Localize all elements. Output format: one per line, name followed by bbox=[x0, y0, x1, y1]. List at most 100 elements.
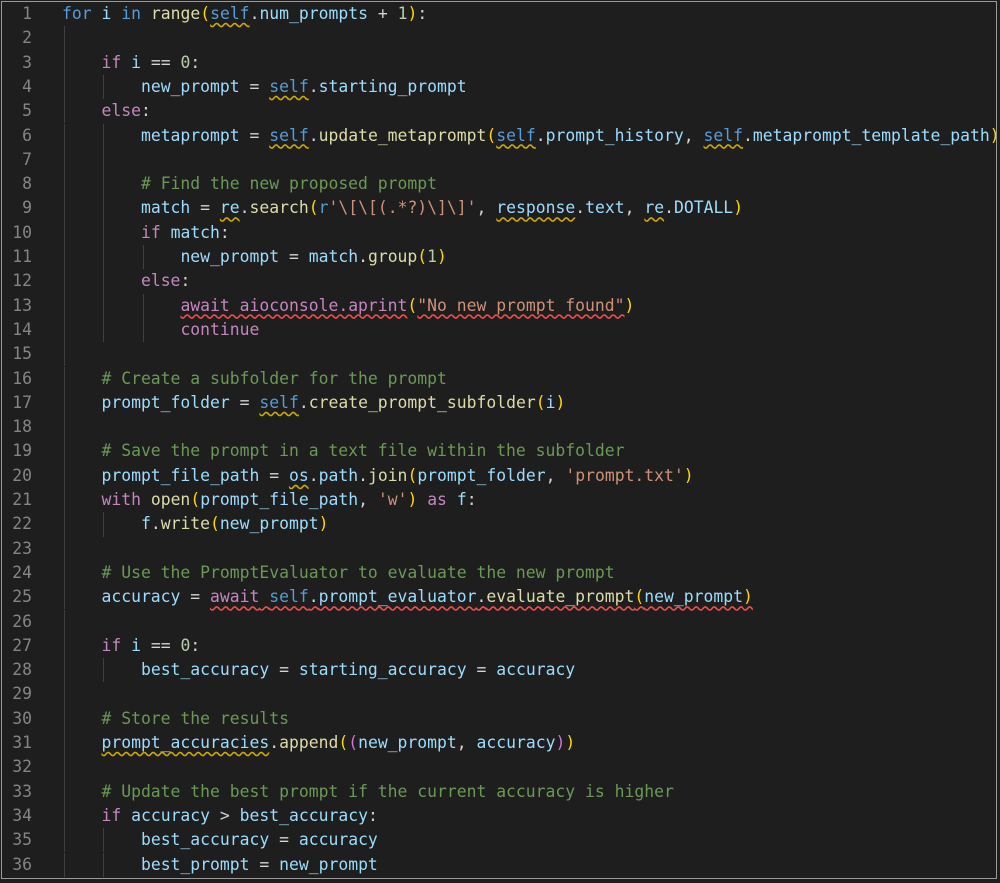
code-text: else: bbox=[141, 269, 190, 293]
code-text: # Save the prompt in a text file within … bbox=[101, 439, 624, 463]
code-token: in bbox=[121, 4, 141, 23]
code-line[interactable]: 13 await aioconsole.aprint("No new prompt… bbox=[2, 293, 996, 318]
code-token: i bbox=[545, 392, 556, 412]
code-token: starting_accuracy bbox=[298, 660, 467, 680]
code-token: : bbox=[190, 52, 201, 72]
code-token: , bbox=[476, 198, 497, 218]
code-token: new_prompt bbox=[279, 854, 378, 874]
indent-guide bbox=[103, 293, 105, 318]
indent-guide bbox=[64, 463, 65, 488]
indent-guide bbox=[64, 828, 65, 853]
line-number: 35 bbox=[12, 830, 32, 850]
code-line[interactable]: 28 best_accuracy = starting_accuracy = ac… bbox=[2, 658, 996, 683]
code-token: # Update the best prompt if the current … bbox=[101, 781, 674, 801]
line-number: 3 bbox=[22, 52, 32, 72]
line-number: 1 bbox=[22, 4, 32, 23]
code-line[interactable]: 14 continue bbox=[2, 317, 996, 343]
code-token: == bbox=[140, 52, 181, 72]
indent-guide bbox=[103, 828, 105, 853]
code-line[interactable]: 5 else: bbox=[2, 99, 996, 124]
line-number: 21 bbox=[12, 490, 32, 509]
code-line[interactable]: 32 bbox=[2, 755, 996, 780]
code-token: await bbox=[210, 587, 260, 607]
indent-guide bbox=[64, 147, 65, 173]
indent-guide bbox=[103, 317, 105, 343]
code-token: . bbox=[269, 733, 280, 752]
code-line[interactable]: 7 bbox=[2, 147, 996, 173]
code-line[interactable]: 4 new_prompt = self.starting_prompt bbox=[2, 74, 996, 100]
code-line[interactable]: 24 # Use the PromptEvaluator to evaluate … bbox=[2, 560, 996, 586]
indent-guide bbox=[64, 536, 65, 561]
code-editor[interactable]: 1 for i in range(self.num_prompts + 1): 2 3… bbox=[1, 1, 997, 879]
code-line[interactable]: 10 if match: bbox=[2, 220, 996, 245]
code-token: else bbox=[140, 271, 181, 291]
code-line[interactable]: 26 bbox=[2, 609, 996, 634]
code-token: , bbox=[456, 733, 477, 752]
code-line[interactable]: 11 new_prompt = match.group(1) bbox=[2, 245, 996, 270]
code-line[interactable]: 8 # Find the new proposed prompt bbox=[2, 172, 996, 197]
code-text: metaprompt = self.update_metaprompt(self… bbox=[141, 124, 996, 148]
code-line[interactable]: 21 with open(prompt_file_path, 'w') as f: bbox=[2, 488, 996, 513]
code-token: . bbox=[150, 514, 161, 534]
indent-guide bbox=[64, 852, 65, 877]
indent-guide bbox=[64, 415, 65, 440]
code-line[interactable]: 25 accuracy = await self.prompt_evaluator… bbox=[2, 585, 996, 610]
line-number: 12 bbox=[12, 271, 32, 291]
code-line[interactable]: 31 prompt_accuracies.append((new_prompt, … bbox=[2, 731, 996, 756]
code-token: ) bbox=[407, 4, 418, 23]
line-number: 7 bbox=[22, 149, 32, 169]
code-token: new_prompt bbox=[358, 733, 457, 752]
code-token: ) bbox=[555, 733, 566, 752]
code-line[interactable]: 33 # Update the best prompt if the curren… bbox=[2, 779, 996, 804]
code-token: . bbox=[308, 125, 319, 145]
code-line[interactable]: 15 bbox=[2, 342, 996, 367]
code-line[interactable]: 34 if accuracy > best_accuracy: bbox=[2, 803, 996, 829]
code-line[interactable]: 12 else: bbox=[2, 269, 996, 294]
code-token: f bbox=[456, 490, 467, 509]
code-token: , bbox=[624, 198, 645, 218]
code-token: # Create a subfolder for the prompt bbox=[101, 368, 447, 388]
code-line[interactable]: 19 # Save the prompt in a text file withi… bbox=[2, 439, 996, 464]
code-token: = bbox=[269, 830, 299, 850]
code-line[interactable]: 1 for i in range(self.num_prompts + 1): bbox=[2, 2, 996, 26]
code-line[interactable]: 22 f.write(new_prompt) bbox=[2, 512, 996, 537]
code-token: match bbox=[140, 198, 191, 218]
indent-guide bbox=[64, 779, 65, 804]
code-text: # Update the best prompt if the current … bbox=[101, 780, 673, 804]
line-number: 36 bbox=[12, 854, 32, 874]
code-line[interactable]: 20 prompt_file_path = os.path.join(prompt… bbox=[2, 463, 996, 488]
indent-guide bbox=[64, 99, 65, 124]
code-line[interactable]: 17 prompt_folder = self.create_prompt_sub… bbox=[2, 390, 996, 416]
code-line[interactable]: 36 best_prompt = new_prompt bbox=[2, 852, 996, 877]
code-line[interactable]: 35 best_accuracy = accuracy bbox=[2, 828, 996, 853]
line-number: 14 bbox=[12, 319, 32, 339]
code-token: num_prompts bbox=[259, 4, 368, 23]
code-line[interactable]: 29 bbox=[2, 682, 996, 707]
code-line[interactable]: 2 bbox=[2, 26, 996, 51]
code-token: ) bbox=[565, 733, 576, 752]
code-token: self bbox=[703, 125, 743, 145]
code-token: . bbox=[308, 465, 319, 485]
code-line[interactable]: 6 metaprompt = self.update_metaprompt(sel… bbox=[2, 123, 996, 148]
code-line[interactable]: 9 match = re.search(r'\[\[(.*?)\]\]', res… bbox=[2, 196, 996, 221]
code-token: > bbox=[210, 805, 240, 825]
code-token: metaprompt_template_path bbox=[752, 125, 990, 145]
code-line[interactable]: 27 if i == 0: bbox=[2, 633, 996, 659]
indent-guide bbox=[64, 755, 65, 780]
line-number: 28 bbox=[12, 660, 32, 680]
code-token: append bbox=[279, 733, 339, 752]
code-token: ( bbox=[407, 465, 418, 485]
indent-guide bbox=[64, 220, 65, 245]
code-line[interactable]: 23 bbox=[2, 536, 996, 561]
code-line[interactable]: 30 # Store the results bbox=[2, 706, 996, 731]
code-line[interactable]: 3 if i == 0: bbox=[2, 50, 996, 75]
code-line[interactable]: 18 bbox=[2, 415, 996, 440]
code-line[interactable]: 16 # Create a subfolder for the prompt bbox=[2, 366, 996, 391]
code-token: ( bbox=[535, 392, 546, 412]
code-token: ( bbox=[190, 490, 201, 509]
